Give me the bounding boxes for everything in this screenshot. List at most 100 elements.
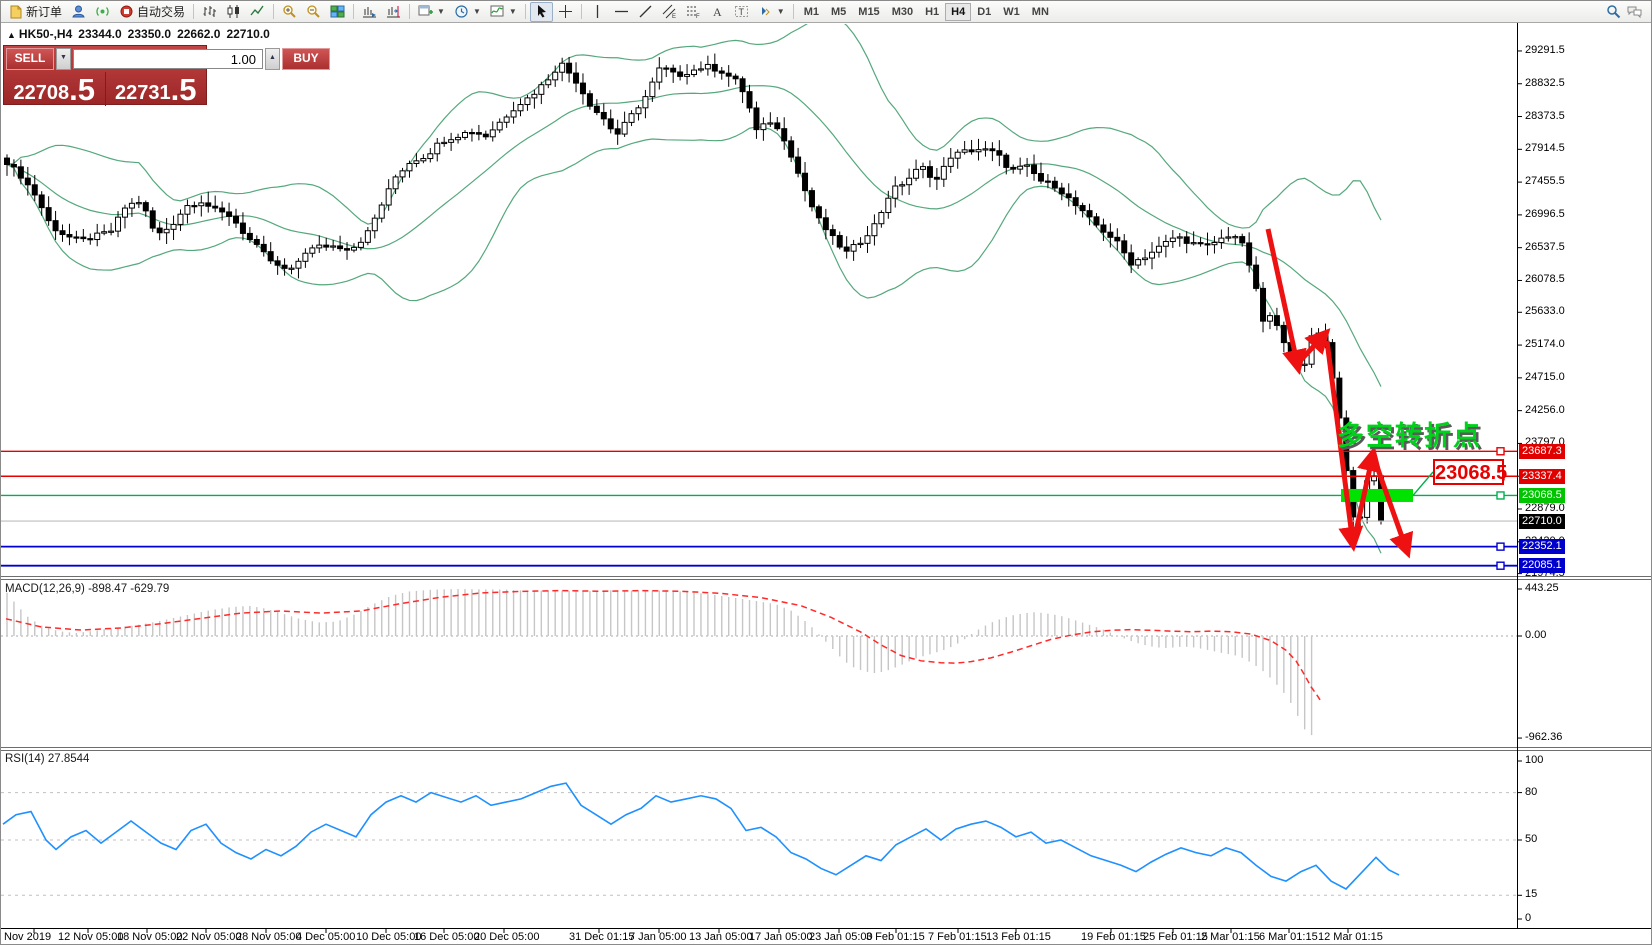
price-annotation-box[interactable]: 23068.5 xyxy=(1433,459,1504,485)
autotrading-button[interactable]: 自动交易 xyxy=(115,2,189,22)
fibonacci-icon: F xyxy=(686,4,701,19)
symbol-search-icon[interactable] xyxy=(1606,4,1621,19)
axis-tick-label: 22879.0 xyxy=(1525,502,1565,514)
collapse-arrow-icon[interactable]: ▲ xyxy=(7,30,16,40)
timeframe-w1[interactable]: W1 xyxy=(997,3,1026,21)
auto-scroll-button[interactable] xyxy=(358,2,381,22)
fibonacci-tool[interactable]: F xyxy=(682,2,705,22)
bar-chart-mode-button[interactable] xyxy=(198,2,221,22)
support-zone-highlight[interactable] xyxy=(1341,489,1413,502)
vertical-line-tool[interactable] xyxy=(586,2,609,22)
zoom-in-button[interactable] xyxy=(278,2,301,22)
periods-button[interactable]: ▼ xyxy=(450,2,485,22)
time-axis-label: 16 Dec 05:00 xyxy=(414,931,479,943)
one-click-trading-panel: SELL ▼ ▲ BUY 22708.5 22731.5 xyxy=(3,45,207,105)
signals-icon xyxy=(95,4,110,19)
buy-button[interactable]: BUY xyxy=(282,48,330,70)
text-label-tool[interactable]: T xyxy=(730,2,753,22)
timeframe-m1[interactable]: M1 xyxy=(798,3,825,21)
horizontal-line-object[interactable] xyxy=(1,448,1517,455)
macd-signal-line xyxy=(6,591,1322,703)
time-axis-label: 4 Dec 05:00 xyxy=(296,931,355,943)
svg-text:T: T xyxy=(738,7,744,17)
timeframe-h4[interactable]: H4 xyxy=(945,3,971,21)
trendline-tool[interactable] xyxy=(634,2,657,22)
annotation-text[interactable]: 多空转折点 xyxy=(1337,414,1482,453)
price-axis-label: 23687.3 xyxy=(1519,444,1565,459)
pricebox-connector xyxy=(1413,472,1433,495)
horizontal-line-object[interactable] xyxy=(1,473,1517,480)
new-chart-button[interactable]: ▼ xyxy=(414,2,449,22)
vertical-line-icon xyxy=(590,4,605,19)
horizontal-line-object[interactable] xyxy=(1,492,1517,499)
rsi-line xyxy=(3,783,1399,889)
macd-label: MACD(12,26,9) -898.47 -629.79 xyxy=(5,583,169,595)
autotrading-label: 自动交易 xyxy=(137,3,185,20)
new-order-button[interactable]: 新订单 xyxy=(4,2,66,22)
line-chart-mode-button[interactable] xyxy=(246,2,269,22)
candlestick-series xyxy=(5,54,1384,529)
time-axis-label: Nov 2019 xyxy=(4,931,51,943)
axis-tick-label: 24256.0 xyxy=(1525,404,1565,416)
chart-shift-button[interactable] xyxy=(382,2,405,22)
horizontal-line-object[interactable] xyxy=(1,543,1517,550)
indicators-button[interactable]: ▼ xyxy=(486,2,521,22)
close-value: 22710.0 xyxy=(226,27,269,41)
horizontal-line-icon xyxy=(614,4,629,19)
timeframe-d1[interactable]: D1 xyxy=(971,3,997,21)
time-axis-label: 13 Jan 05:00 xyxy=(689,931,753,943)
time-axis-label: 18 Nov 05:00 xyxy=(117,931,182,943)
volume-input[interactable] xyxy=(73,49,263,69)
timeframe-m30[interactable]: M30 xyxy=(886,3,919,21)
timeframe-h1[interactable]: H1 xyxy=(919,3,945,21)
community-button[interactable] xyxy=(67,2,90,22)
crosshair-icon xyxy=(558,4,573,19)
arrows-tool[interactable]: ▼ xyxy=(754,2,789,22)
crosshair-tool-button[interactable] xyxy=(554,2,577,22)
time-axis-label: 12 Nov 05:00 xyxy=(58,931,123,943)
chat-icon[interactable] xyxy=(1627,4,1642,19)
tile-windows-button[interactable] xyxy=(326,2,349,22)
time-axis-label: 28 Nov 05:00 xyxy=(236,931,301,943)
toolbar-separator xyxy=(193,4,194,19)
low-value: 22662.0 xyxy=(177,27,220,41)
macd-panel xyxy=(1,589,1517,735)
toolbar-separator xyxy=(353,4,354,19)
dropdown-caret: ▼ xyxy=(473,7,481,16)
axis-tick-label: 0 xyxy=(1525,912,1531,924)
axis-tick-label: 0.00 xyxy=(1525,629,1546,641)
volume-increase-button[interactable]: ▲ xyxy=(265,48,280,70)
time-axis-label: 10 Dec 05:00 xyxy=(356,931,421,943)
cursor-tool-button[interactable] xyxy=(530,2,553,22)
text-tool[interactable]: A xyxy=(706,2,729,22)
auto-scroll-icon xyxy=(362,4,377,19)
clock-icon xyxy=(454,4,469,19)
signals-button[interactable] xyxy=(91,2,114,22)
axis-tick-label: 25174.0 xyxy=(1525,338,1565,350)
horizontal-line-tool[interactable] xyxy=(610,2,633,22)
bar-chart-icon xyxy=(202,4,217,19)
time-axis-label: 3 Feb 01:15 xyxy=(866,931,925,943)
sell-button[interactable]: SELL xyxy=(6,48,54,70)
timeframe-m5[interactable]: M5 xyxy=(825,3,852,21)
svg-text:E: E xyxy=(672,14,676,19)
axis-tick-label: 50 xyxy=(1525,833,1537,845)
axis-tick-label: 26537.5 xyxy=(1525,241,1565,253)
sell-price[interactable]: 22708.5 xyxy=(4,72,105,106)
zoom-out-icon xyxy=(306,4,321,19)
timeframe-m15[interactable]: M15 xyxy=(852,3,885,21)
zoom-out-button[interactable] xyxy=(302,2,325,22)
bollinger-upper-band xyxy=(7,16,1381,229)
axis-tick-label: 28373.5 xyxy=(1525,110,1565,122)
timeframe-bar: M1M5M15M30H1H4D1W1MN xyxy=(798,3,1055,21)
main-toolbar: 新订单 自动交易 xyxy=(1,1,1651,23)
toolbar-separator xyxy=(525,4,526,19)
channel-tool[interactable]: E xyxy=(658,2,681,22)
timeframe-mn[interactable]: MN xyxy=(1026,3,1055,21)
zoom-in-icon xyxy=(282,4,297,19)
candlestick-mode-button[interactable] xyxy=(222,2,245,22)
volume-decrease-button[interactable]: ▼ xyxy=(56,48,71,70)
horizontal-line-object[interactable] xyxy=(1,562,1517,569)
price-axis-label: 22085.1 xyxy=(1519,558,1565,573)
buy-price[interactable]: 22731.5 xyxy=(106,72,207,106)
